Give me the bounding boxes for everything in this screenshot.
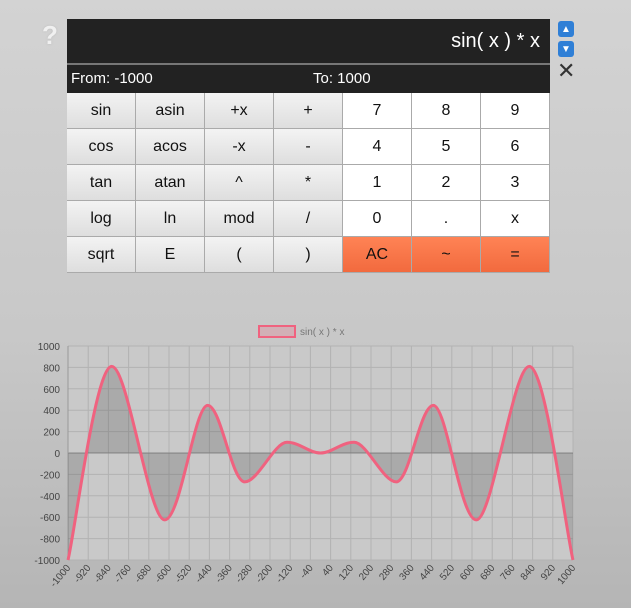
close-icon[interactable]: ✕: [557, 58, 575, 84]
calculator: sin( x ) * x From: -1000 To: 1000 sin asi…: [67, 19, 550, 273]
x-tick-label: 200: [357, 563, 376, 583]
x-tick-label: -40: [298, 563, 316, 581]
key-plus-x[interactable]: +x: [205, 93, 274, 129]
key-4[interactable]: 4: [343, 129, 412, 165]
range-from[interactable]: From: -1000: [71, 70, 153, 87]
key-equals[interactable]: =: [481, 237, 550, 273]
expression-display: sin( x ) * x: [67, 19, 550, 63]
y-tick-label: -400: [40, 492, 60, 503]
range-bar: From: -1000 To: 1000: [67, 63, 550, 93]
y-tick-label: -200: [40, 470, 60, 481]
x-tick-label: -920: [72, 563, 94, 586]
x-tick-label: 360: [398, 563, 417, 583]
up-arrow-icon[interactable]: ▲: [558, 21, 574, 37]
x-tick-label: 440: [418, 563, 437, 583]
key-open-paren[interactable]: (: [205, 237, 274, 273]
x-tick-label: 840: [519, 563, 538, 583]
key-approx[interactable]: ~: [412, 237, 481, 273]
function-plot: 1000 800 600 400 200 0 -200 -400 -600 -800 -1000 -1…: [34, 325, 579, 590]
help-icon[interactable]: ?: [42, 20, 58, 51]
key-power[interactable]: ^: [205, 165, 274, 201]
key-3[interactable]: 3: [481, 165, 550, 201]
x-tick-label: 600: [458, 563, 477, 583]
key-sin[interactable]: sin: [67, 93, 136, 129]
key-1[interactable]: 1: [343, 165, 412, 201]
y-tick-label: 0: [54, 449, 60, 460]
key-6[interactable]: 6: [481, 129, 550, 165]
key-minus-x[interactable]: -x: [205, 129, 274, 165]
y-tick-label: 400: [43, 406, 60, 417]
key-ac[interactable]: AC: [343, 237, 412, 273]
key-asin[interactable]: asin: [136, 93, 205, 129]
x-tick-label: -840: [92, 563, 114, 586]
x-tick-label: -280: [234, 563, 256, 586]
range-to[interactable]: To: 1000: [313, 70, 371, 87]
y-tick-label: 800: [43, 363, 60, 374]
y-tick-label: -600: [40, 513, 60, 524]
x-tick-label: 760: [499, 563, 518, 583]
key-close-paren[interactable]: ): [274, 237, 343, 273]
key-acos[interactable]: acos: [136, 129, 205, 165]
key-divide[interactable]: /: [274, 201, 343, 237]
y-tick-label: 600: [43, 385, 60, 396]
x-tick-label: 680: [478, 563, 497, 583]
key-8[interactable]: 8: [412, 93, 481, 129]
y-tick-label: 1000: [38, 342, 61, 353]
x-tick-label: -120: [274, 563, 296, 586]
key-minus[interactable]: -: [274, 129, 343, 165]
key-sqrt[interactable]: sqrt: [67, 237, 136, 273]
key-9[interactable]: 9: [481, 93, 550, 129]
x-tick-label: 280: [377, 563, 396, 583]
x-tick-label: -760: [113, 563, 135, 586]
key-7[interactable]: 7: [343, 93, 412, 129]
x-tick-label: -600: [153, 563, 175, 586]
legend-label: sin( x ) * x: [300, 327, 344, 338]
key-plus[interactable]: +: [274, 93, 343, 129]
key-x[interactable]: x: [481, 201, 550, 237]
x-tick-label: -360: [214, 563, 236, 586]
keypad: sin asin +x +7 8 9 cos acos -x -4 5 6 tan atan ^ * 1 2 3 lo…: [67, 93, 550, 273]
x-tick-label: 40: [320, 563, 336, 579]
x-tick-label: -200: [254, 563, 276, 586]
x-tick-label: -440: [193, 563, 215, 586]
y-tick-label: -1000: [34, 556, 60, 567]
key-ln[interactable]: ln: [136, 201, 205, 237]
key-e[interactable]: E: [136, 237, 205, 273]
down-arrow-icon[interactable]: ▼: [558, 41, 574, 57]
x-tick-label: 120: [337, 563, 356, 583]
y-tick-label: -800: [40, 535, 60, 546]
x-tick-label: -680: [133, 563, 155, 586]
x-tick-label: 520: [438, 563, 457, 583]
key-log[interactable]: log: [67, 201, 136, 237]
legend-swatch: [258, 325, 296, 338]
x-tick-label: 1000: [556, 563, 579, 587]
key-decimal[interactable]: .: [412, 201, 481, 237]
key-cos[interactable]: cos: [67, 129, 136, 165]
key-2[interactable]: 2: [412, 165, 481, 201]
key-atan[interactable]: atan: [136, 165, 205, 201]
key-multiply[interactable]: *: [274, 165, 343, 201]
x-tick-label: -520: [173, 563, 195, 586]
key-tan[interactable]: tan: [67, 165, 136, 201]
key-0[interactable]: 0: [343, 201, 412, 237]
key-5[interactable]: 5: [412, 129, 481, 165]
key-mod[interactable]: mod: [205, 201, 274, 237]
y-tick-label: 200: [43, 428, 60, 439]
